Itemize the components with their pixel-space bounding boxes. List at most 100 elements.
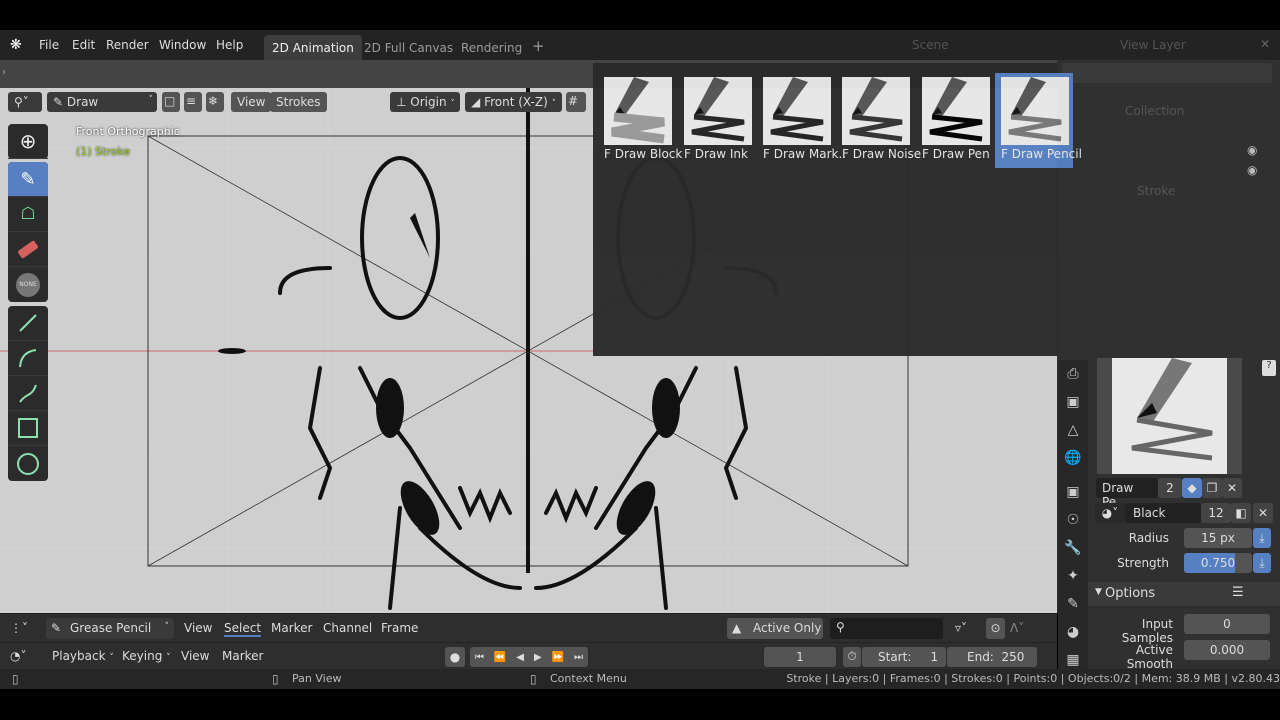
falloff-icon[interactable]: Λ˅	[1010, 621, 1024, 635]
brush-name-field[interactable]: Draw Pe..	[1096, 478, 1158, 509]
world-tab[interactable]: 🌐	[1058, 444, 1088, 472]
orientation-dropdown[interactable]: ◢ Front (X-Z) ˅	[465, 92, 562, 112]
timeline-editor-icon[interactable]: ◔˅	[10, 649, 26, 663]
mode-dropdown[interactable]: ✎ Draw ˅	[47, 92, 157, 112]
material-name-field[interactable]: Black	[1125, 503, 1201, 523]
tab-2d-animation[interactable]: 2D Animation	[264, 35, 362, 60]
brush-users-count[interactable]: 2	[1158, 478, 1182, 498]
scene-tab[interactable]: △	[1058, 416, 1088, 444]
pivot-dropdown[interactable]: ⊥ Origin ˅	[390, 92, 460, 112]
input-samples-field[interactable]: 0	[1184, 614, 1270, 634]
brush-item[interactable]: F Draw Pen	[916, 73, 996, 168]
tool-erase[interactable]	[8, 232, 48, 267]
dopesheet-menu-select[interactable]: Select	[224, 621, 262, 637]
outliner-collection[interactable]: Collection	[1125, 104, 1184, 118]
menu-file[interactable]: File	[39, 38, 59, 52]
channel-search-input[interactable]: ⚲	[830, 618, 943, 639]
dopesheet-mode-dropdown[interactable]: ✎ Grease Pencil ˅	[46, 618, 174, 639]
play-reverse-icon[interactable]: ◀	[516, 652, 524, 663]
duplicate-brush-button[interactable]: ❐	[1202, 478, 1222, 498]
unlink-brush-button[interactable]: ✕	[1222, 478, 1242, 498]
expand-arrow-icon[interactable]: ›	[2, 67, 6, 78]
view-layer-selector[interactable]: View Layer	[1120, 38, 1186, 52]
options-panel-header[interactable]: ▼ Options ☰	[1085, 582, 1280, 606]
preview-range-toggle[interactable]: ⏱	[843, 647, 861, 667]
tool-curve[interactable]	[8, 376, 48, 411]
filter-icon[interactable]: ▿˅	[955, 621, 967, 635]
start-frame-field[interactable]: Start: 1	[862, 647, 946, 667]
unlink-material-button[interactable]: ✕	[1253, 503, 1273, 523]
proportional-edit-toggle[interactable]: ⊙	[986, 618, 1005, 639]
tab-rendering[interactable]: Rendering	[453, 35, 530, 60]
menu-render[interactable]: Render	[106, 38, 149, 52]
jump-start-icon[interactable]: ⏮	[475, 652, 484, 663]
tool-fill[interactable]: ☖	[8, 197, 48, 232]
brush-item[interactable]: F Draw Ink	[678, 73, 758, 168]
material-users-count[interactable]: 12	[1201, 503, 1231, 523]
tool-line[interactable]	[8, 306, 48, 341]
render-tab[interactable]: ⎙	[1058, 360, 1088, 388]
effects-tab[interactable]: ✦	[1058, 562, 1088, 590]
dopesheet-menu-view[interactable]: View	[184, 621, 212, 635]
close-icon[interactable]: ✕	[1260, 37, 1270, 51]
end-frame-field[interactable]: End: 250	[947, 647, 1037, 667]
active-smooth-field[interactable]: 0.000	[1184, 640, 1270, 660]
current-frame-field[interactable]: 1	[764, 647, 836, 667]
new-material-button[interactable]: ◧	[1231, 503, 1251, 523]
curve-edit-toggle[interactable]: ≡	[184, 92, 202, 112]
output-tab[interactable]: ▣	[1058, 388, 1088, 416]
scene-selector[interactable]: Scene	[912, 38, 949, 52]
physics-tab[interactable]: ☉	[1058, 506, 1088, 534]
timeline-menu-view[interactable]: View	[181, 649, 209, 663]
dopesheet-menu-channel[interactable]: Channel	[323, 621, 372, 635]
tool-draw[interactable]: ✎	[8, 162, 48, 197]
tool-box[interactable]	[8, 411, 48, 446]
blender-logo-icon[interactable]: ❋	[10, 37, 22, 53]
brush-item[interactable]: F Draw Noise	[836, 73, 921, 168]
object-tab[interactable]: ▣	[1058, 478, 1088, 506]
camera-icon[interactable]: ◉	[1247, 163, 1257, 177]
menu-help[interactable]: Help	[216, 38, 243, 52]
multiframe-toggle[interactable]: □	[162, 92, 180, 112]
material-type-button[interactable]: ◕˅	[1095, 503, 1125, 523]
radius-pressure-toggle[interactable]: ⤓	[1253, 528, 1271, 548]
brush-item[interactable]: F Draw Mark..	[757, 73, 846, 168]
tab-2d-full-canvas[interactable]: 2D Full Canvas	[356, 35, 461, 60]
tool-circle[interactable]	[8, 446, 48, 481]
play-icon[interactable]: ▶	[534, 652, 542, 663]
next-keyframe-icon[interactable]: ⏩	[552, 652, 564, 663]
dopesheet-menu-marker[interactable]: Marker	[271, 621, 312, 635]
material-tab[interactable]: ◕	[1058, 618, 1088, 646]
help-icon[interactable]: ?	[1262, 360, 1276, 376]
strength-slider[interactable]: 0.750	[1184, 553, 1252, 573]
brush-item[interactable]: F Draw Pencil	[995, 73, 1082, 168]
menu-edit[interactable]: Edit	[72, 38, 95, 52]
prev-keyframe-icon[interactable]: ⏪	[494, 652, 506, 663]
list-icon[interactable]: ☰	[1232, 585, 1244, 600]
data-tab[interactable]: ✎	[1058, 590, 1088, 618]
modifiers-tab[interactable]: 🔧	[1058, 534, 1088, 562]
properties-search[interactable]	[1062, 63, 1272, 83]
properties-stroke-tab[interactable]: Stroke	[1137, 184, 1175, 198]
brush-preview-frame[interactable]	[1097, 358, 1242, 474]
editor-type-button[interactable]: ⚲˅	[8, 92, 42, 112]
menu-window[interactable]: Window	[159, 38, 206, 52]
dopesheet-menu-frame[interactable]: Frame	[381, 621, 418, 635]
fake-user-toggle[interactable]: ◆	[1182, 478, 1202, 498]
snap-toggle[interactable]: ❄	[206, 92, 224, 112]
editor-type-button[interactable]: ⋮˅	[10, 621, 28, 635]
tool-tint[interactable]: NONE	[8, 267, 48, 302]
add-workspace-button[interactable]: +	[524, 35, 553, 60]
view-menu[interactable]: View	[231, 92, 272, 112]
jump-end-icon[interactable]: ⏭	[574, 652, 583, 663]
brush-item[interactable]: F Draw Block	[598, 73, 682, 168]
record-button[interactable]: ●	[445, 647, 465, 667]
playback-menu[interactable]: Playback ˅	[52, 649, 114, 663]
timeline-menu-marker[interactable]: Marker	[222, 649, 263, 663]
active-only-toggle[interactable]: ▲ Active Only	[727, 618, 823, 639]
radius-field[interactable]: 15 px	[1184, 528, 1252, 548]
tool-cursor[interactable]: ⊕	[8, 124, 48, 159]
strokes-menu[interactable]: Strokes	[270, 92, 327, 112]
strength-pressure-toggle[interactable]: ⤓	[1253, 553, 1271, 573]
keying-menu[interactable]: Keying ˅	[122, 649, 171, 663]
